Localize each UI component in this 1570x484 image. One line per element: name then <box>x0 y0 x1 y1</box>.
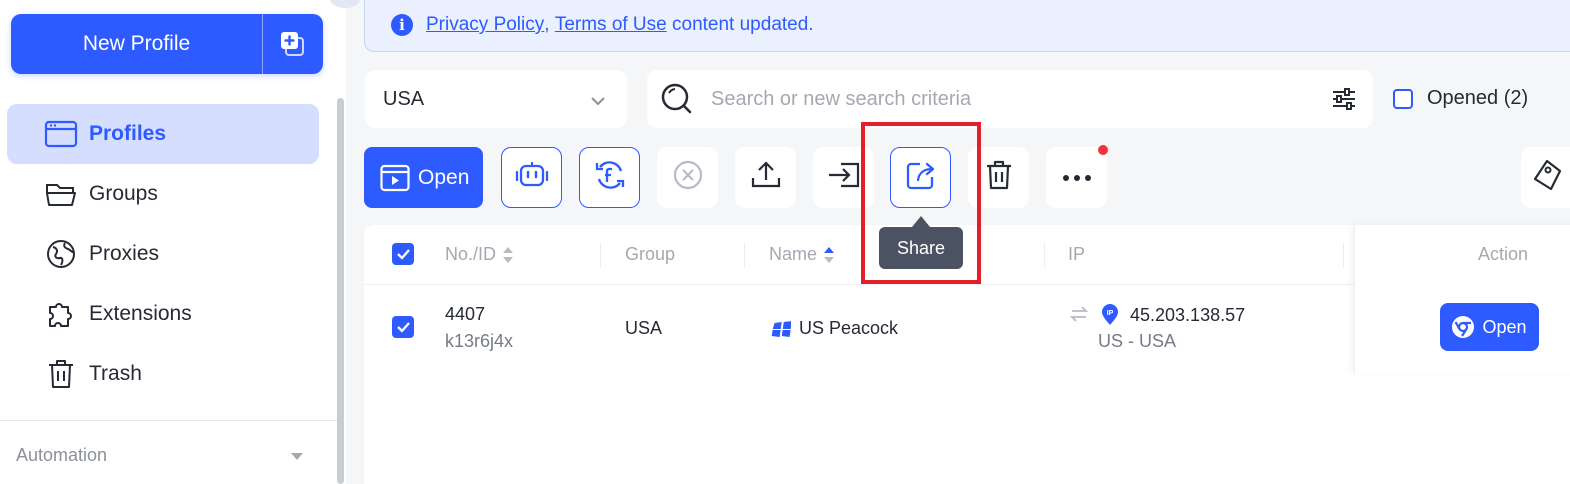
tag-icon <box>1531 158 1563 197</box>
upload-button[interactable] <box>735 147 796 208</box>
row-checkbox[interactable] <box>392 316 414 338</box>
sidebar-item-trash[interactable]: Trash <box>7 344 319 404</box>
open-button[interactable]: Open <box>364 147 483 208</box>
column-header-no-id[interactable]: No./ID <box>445 244 514 265</box>
sort-icon[interactable] <box>823 246 835 264</box>
sidebar: New Profile Profiles Groups Proxies Exte… <box>0 0 346 484</box>
sidebar-item-profiles[interactable]: Profiles <box>7 104 319 164</box>
sidebar-item-extensions[interactable]: Extensions <box>7 284 319 344</box>
ip-location-icon: IP <box>1100 304 1120 326</box>
group-select[interactable]: USA <box>365 70 627 128</box>
select-all-checkbox[interactable] <box>392 243 414 265</box>
column-divider <box>1044 243 1045 268</box>
automation-section[interactable]: Automation <box>16 445 107 466</box>
profile-group: USA <box>625 318 663 338</box>
sidebar-item-label: Proxies <box>89 242 160 265</box>
opened-label: Opened (2) <box>1427 87 1529 109</box>
sidebar-divider <box>0 420 340 421</box>
upload-icon <box>750 160 782 195</box>
sidebar-item-label: Profiles <box>89 122 167 145</box>
ip-text: 45.203.138.57 <box>1130 304 1246 325</box>
notice-bar: i Privacy Policy , Terms of Use content … <box>364 0 1570 52</box>
notification-dot <box>1098 145 1108 155</box>
close-circle-icon <box>672 159 704 196</box>
sync-icon <box>593 158 627 197</box>
sidebar-scrollbar[interactable] <box>337 98 344 484</box>
open-button-label: Open <box>418 165 470 189</box>
column-header-ip: IP <box>1068 244 1085 265</box>
play-window-icon <box>380 164 410 192</box>
column-label: Group <box>625 244 676 264</box>
column-divider <box>600 243 601 268</box>
chevron-down-icon <box>589 91 607 114</box>
close-profile-button[interactable] <box>657 147 718 208</box>
batch-create-icon[interactable] <box>263 14 323 74</box>
automation-robot-button[interactable] <box>501 147 562 208</box>
group-select-value: USA <box>383 87 425 110</box>
puzzle-icon <box>41 294 81 334</box>
browser-window-icon <box>41 114 81 154</box>
column-label: Name <box>769 244 818 264</box>
profile-name[interactable]: US Peacock <box>771 318 898 339</box>
sort-icon[interactable] <box>502 246 514 264</box>
sidebar-item-label: Trash <box>89 362 142 385</box>
sidebar-item-label: Groups <box>89 182 158 205</box>
tag-button[interactable] <box>1521 147 1570 208</box>
windows-icon <box>771 320 791 338</box>
sidebar-item-proxies[interactable]: Proxies <box>7 224 319 284</box>
column-header-name[interactable]: Name <box>769 244 835 265</box>
row-open-button[interactable]: Open <box>1440 303 1539 351</box>
profile-number: 4407 <box>445 304 486 324</box>
profile-id: k13r6j4x <box>445 331 514 351</box>
ip-location: US - USA <box>1098 331 1177 351</box>
column-header-action: Action <box>1478 244 1528 265</box>
column-label: Action <box>1478 244 1529 264</box>
import-icon <box>827 160 861 195</box>
sidebar-item-groups[interactable]: Groups <box>7 164 319 224</box>
sidebar-item-label: Extensions <box>89 302 192 325</box>
trash-icon <box>41 354 81 394</box>
info-icon: i <box>391 14 413 36</box>
globe-icon <box>41 234 81 274</box>
column-label: IP <box>1068 244 1086 264</box>
chrome-icon <box>1452 316 1475 338</box>
trash-icon <box>984 159 1014 196</box>
sync-button[interactable] <box>579 147 640 208</box>
caret-down-icon[interactable] <box>290 448 304 466</box>
new-profile-button[interactable]: New Profile <box>11 14 323 74</box>
new-profile-label: New Profile <box>82 32 191 55</box>
row-open-label: Open <box>1482 316 1527 337</box>
search-input[interactable] <box>711 87 1301 111</box>
filter-settings-icon[interactable] <box>1331 86 1357 117</box>
more-button[interactable] <box>1046 147 1107 208</box>
opened-filter[interactable]: Opened (2) <box>1393 87 1528 110</box>
robot-icon <box>515 160 549 195</box>
privacy-policy-link[interactable]: Privacy Policy <box>426 14 544 36</box>
opened-checkbox[interactable] <box>1393 88 1413 109</box>
column-divider <box>744 243 745 268</box>
column-label: No./ID <box>445 244 497 264</box>
column-header-group: Group <box>625 244 675 265</box>
search-icon <box>659 81 695 117</box>
more-icon <box>1062 169 1092 187</box>
ip-address: IP 45.203.138.57 <box>1100 304 1245 326</box>
terms-of-use-link[interactable]: Terms of Use <box>555 14 667 36</box>
profile-name-text: US Peacock <box>799 318 899 338</box>
folder-open-icon <box>41 174 81 214</box>
highlight-box <box>861 122 981 284</box>
search-box[interactable] <box>647 70 1373 128</box>
swap-icon[interactable] <box>1069 305 1089 328</box>
column-divider <box>1343 243 1344 268</box>
svg-text:IP: IP <box>1107 310 1114 317</box>
notice-separator: , <box>544 14 550 35</box>
notice-text: content updated. <box>672 14 814 35</box>
